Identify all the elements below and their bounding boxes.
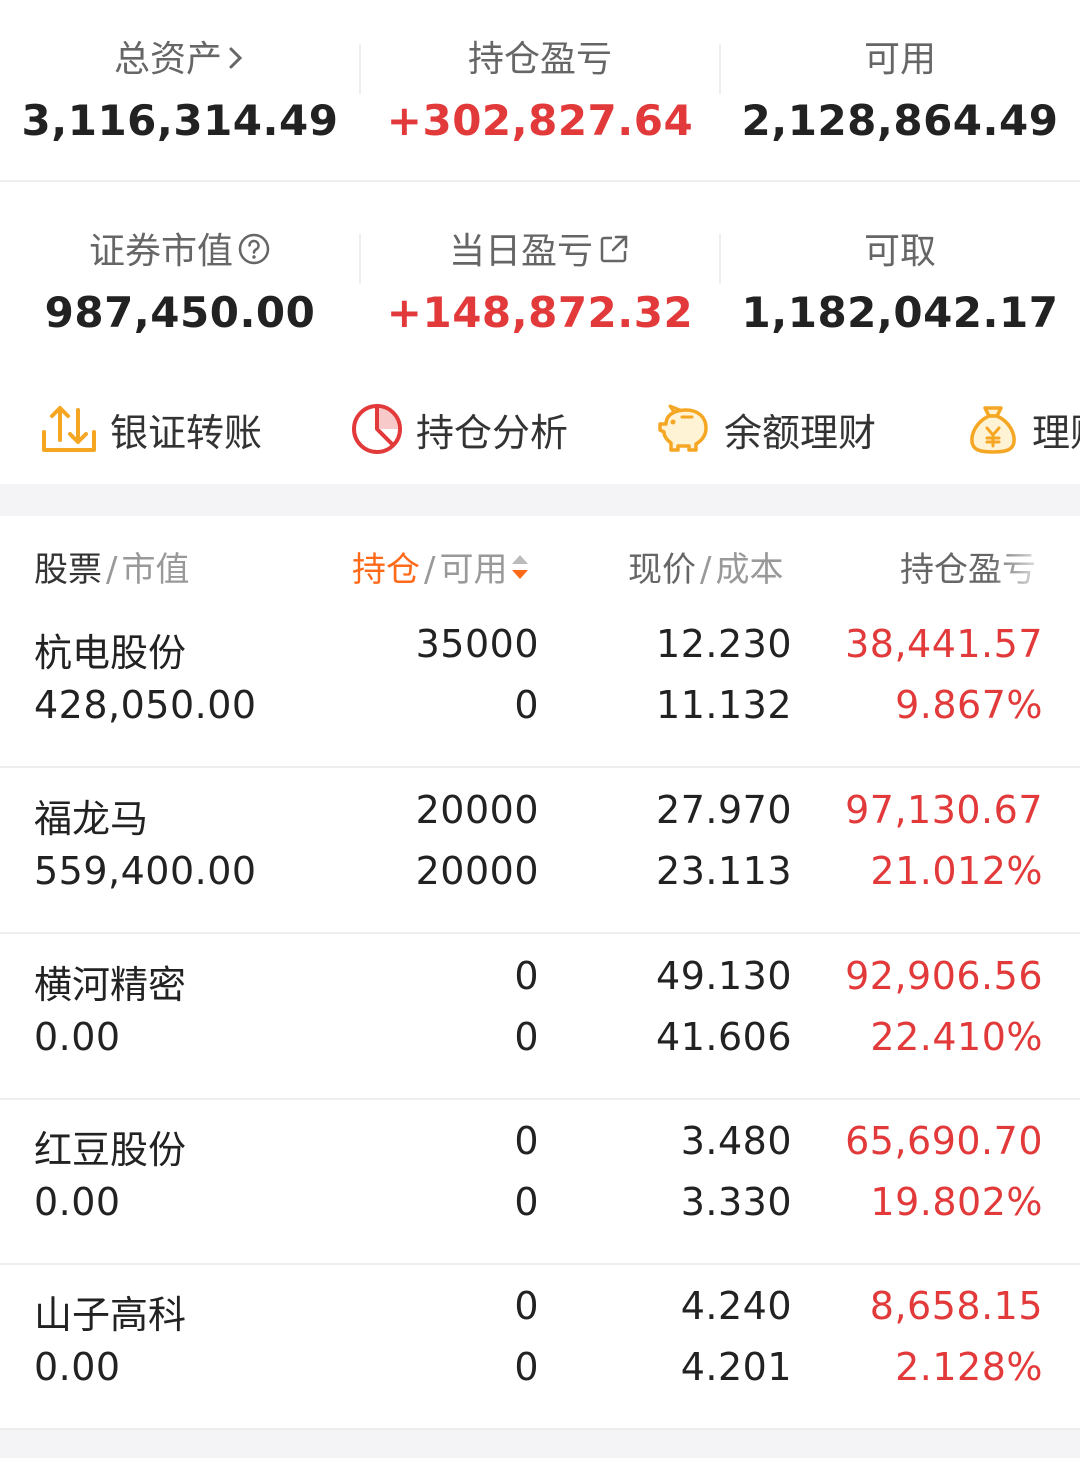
- header-stock[interactable]: 股票 / 市值: [34, 542, 189, 591]
- stock-price: 49.130: [656, 954, 792, 998]
- stock-pl-pct: 22.410%: [870, 1015, 1043, 1059]
- shortcut-bar: 银证转账 持仓分析 余额理财 理财: [0, 370, 1080, 484]
- market-value-label: 证券市值: [88, 231, 233, 272]
- stock-position: 35000: [415, 622, 539, 666]
- transfer-icon: [42, 406, 96, 452]
- stock-pl: 8,658.15: [869, 1284, 1043, 1328]
- stock-name: 红豆股份: [34, 1128, 187, 1172]
- stock-pl: 65,690.70: [845, 1119, 1043, 1163]
- section-spacer: [0, 484, 1080, 516]
- shortcut-label: 银证转账: [110, 410, 263, 455]
- total-assets-label: 总资产: [113, 39, 222, 80]
- stock-pl: 97,130.67: [845, 788, 1043, 832]
- daily-pl-value: +148,872.32: [386, 288, 694, 337]
- stock-price: 4.240: [680, 1284, 792, 1328]
- stock-price: 12.230: [656, 622, 792, 666]
- header-position-sort[interactable]: 持仓 / 可用: [352, 542, 531, 593]
- stock-name: 杭电股份: [34, 631, 187, 675]
- stock-price: 27.970: [656, 788, 792, 832]
- stock-market-value: 559,400.00: [34, 849, 257, 893]
- stock-price: 3.480: [680, 1119, 792, 1163]
- market-value-value: 987,450.00: [44, 288, 316, 337]
- holdings-table-header: 股票 / 市值 持仓 / 可用 现价 / 成本 持仓盈亏: [0, 516, 1080, 608]
- stock-available: 20000: [415, 849, 539, 893]
- stock-pl-pct: 21.012%: [870, 849, 1043, 893]
- section-spacer: [0, 1430, 1080, 1458]
- stock-cost: 4.201: [680, 1345, 792, 1389]
- chevron-right-icon: [226, 41, 246, 82]
- shortcut-label: 持仓分析: [416, 410, 569, 455]
- withdrawable-label: 可取: [863, 231, 936, 272]
- stock-market-value: 0.00: [34, 1180, 121, 1224]
- total-assets-label-wrap: 总资产: [0, 30, 360, 82]
- withdrawable-value: 1,182,042.17: [741, 288, 1059, 337]
- piggy-bank-icon: [658, 404, 708, 452]
- stock-position: 20000: [415, 788, 539, 832]
- stock-pl-pct: 2.128%: [895, 1345, 1043, 1389]
- shortcut-wealth-management[interactable]: 理财: [966, 404, 1080, 455]
- daily-pl-cell[interactable]: 当日盈亏 +148,872.32: [360, 184, 720, 370]
- external-link-icon: [597, 232, 631, 275]
- daily-pl-label-wrap: 当日盈亏: [360, 222, 720, 275]
- market-value-label-wrap: 证券市值: [0, 222, 360, 275]
- total-assets-value: 3,116,314.49: [21, 96, 339, 145]
- table-row[interactable]: 横河精密 0.00 0 0 49.130 41.606 92,906.56 22…: [0, 936, 1080, 1100]
- pie-chart-icon: [352, 404, 402, 454]
- header-pl[interactable]: 持仓盈亏: [900, 542, 1050, 591]
- total-assets-cell[interactable]: 总资产 3,116,314.49: [0, 0, 360, 180]
- divider: [719, 234, 721, 284]
- available-value: 2,128,864.49: [741, 96, 1059, 145]
- stock-available: 0: [514, 1345, 539, 1389]
- stock-available: 0: [514, 683, 539, 727]
- position-pl-label: 持仓盈亏: [467, 39, 612, 80]
- money-bag-icon: [970, 406, 1016, 454]
- shortcut-balance-finance[interactable]: 余额理财: [656, 404, 877, 455]
- stock-cost: 23.113: [656, 849, 792, 893]
- shortcut-bank-transfer[interactable]: 银证转账: [40, 404, 263, 455]
- stock-pl-pct: 19.802%: [870, 1180, 1043, 1224]
- position-pl-value: +302,827.64: [386, 96, 694, 145]
- stock-cost: 3.330: [680, 1180, 792, 1224]
- stock-market-value: 0.00: [34, 1345, 121, 1389]
- stock-pl: 92,906.56: [845, 954, 1043, 998]
- stock-market-value: 428,050.00: [34, 683, 257, 727]
- stock-available: 0: [514, 1180, 539, 1224]
- table-row[interactable]: 红豆股份 0.00 0 0 3.480 3.330 65,690.70 19.8…: [0, 1101, 1080, 1265]
- stock-available: 0: [514, 1015, 539, 1059]
- help-circle-icon[interactable]: [237, 232, 271, 275]
- divider: [359, 234, 361, 284]
- stock-position: 0: [514, 1119, 539, 1163]
- market-value-cell: 证券市值 987,450.00: [0, 184, 360, 370]
- table-row[interactable]: 杭电股份 428,050.00 35000 0 12.230 11.132 38…: [0, 604, 1080, 768]
- withdrawable-cell: 可取 1,182,042.17: [720, 184, 1080, 370]
- table-row[interactable]: 福龙马 559,400.00 20000 20000 27.970 23.113…: [0, 770, 1080, 934]
- position-pl-cell: 持仓盈亏 +302,827.64: [360, 0, 720, 180]
- available-cell: 可用 2,128,864.49: [720, 0, 1080, 180]
- stock-name: 山子高科: [34, 1293, 187, 1337]
- divider: [719, 44, 721, 94]
- shortcut-label: 余额理财: [724, 410, 877, 455]
- stock-cost: 41.606: [656, 1015, 792, 1059]
- summary-row-2: 证券市值 987,450.00 当日盈亏 +148,872.32 可取 1,18…: [0, 184, 1080, 370]
- stock-market-value: 0.00: [34, 1015, 121, 1059]
- divider: [359, 44, 361, 94]
- sort-icon: [509, 550, 531, 593]
- summary-row-1: 总资产 3,116,314.49 持仓盈亏 +302,827.64 可用 2,1…: [0, 0, 1080, 182]
- stock-position: 0: [514, 1284, 539, 1328]
- daily-pl-label: 当日盈亏: [448, 231, 593, 272]
- shortcut-label: 理财: [1032, 410, 1080, 455]
- stock-position: 0: [514, 954, 539, 998]
- available-label: 可用: [863, 39, 936, 80]
- stock-pl: 38,441.57: [845, 622, 1043, 666]
- stock-pl-pct: 9.867%: [895, 683, 1043, 727]
- stock-name: 福龙马: [34, 797, 149, 841]
- table-row[interactable]: 山子高科 0.00 0 0 4.240 4.201 8,658.15 2.128…: [0, 1266, 1080, 1430]
- header-price[interactable]: 现价 / 成本: [628, 542, 783, 591]
- stock-cost: 11.132: [656, 683, 792, 727]
- stock-name: 横河精密: [34, 963, 187, 1007]
- shortcut-position-analysis[interactable]: 持仓分析: [350, 404, 569, 455]
